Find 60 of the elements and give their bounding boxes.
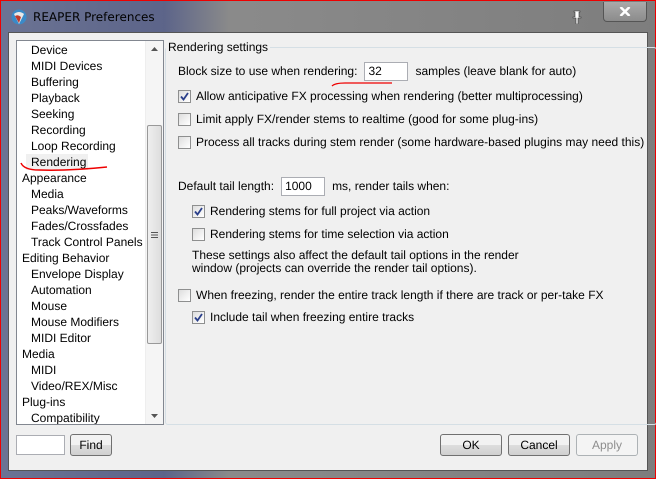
category-item[interactable]: MIDI Devices [26,58,104,74]
field-label: Block size to use when rendering: [178,64,358,78]
category-item[interactable]: MIDI Editor [26,330,94,346]
category-item[interactable]: Appearance [17,170,89,186]
category-item[interactable]: Loop Recording [26,138,118,154]
category-item[interactable]: Media [26,186,66,202]
category-item[interactable]: Seeking [26,106,76,122]
category-item[interactable]: Mouse Modifiers [26,314,122,330]
category-item[interactable]: Playback [26,90,82,106]
scroll-thumb[interactable] [146,125,162,344]
field-suffix: samples (leave blank for auto) [415,64,576,78]
checkbox-label: Rendering stems for full project via action [210,204,430,218]
note-text: These settings also affect the default tail options in the render window (projects can override the render tail options). [192,247,520,277]
find-button[interactable]: Find [70,434,112,456]
category-item[interactable]: Mouse [26,298,70,314]
group-title: Rendering settings [167,40,270,54]
category-item[interactable]: Buffering [26,74,81,90]
category-item[interactable]: Plug-ins [17,394,68,410]
checkbox[interactable] [192,228,205,240]
category-item[interactable]: Fades/Crossfades [26,218,130,234]
category-item[interactable]: Automation [26,282,94,298]
checkbox[interactable] [192,204,205,218]
checkbox[interactable] [178,90,191,102]
scrollbar[interactable] [144,41,163,424]
grip-icon [150,232,158,238]
category-item[interactable]: Rendering [26,154,88,170]
close-icon [619,7,631,16]
category-item[interactable]: Video/REX/Misc [26,378,120,394]
checkbox-label: When freezing, render the entire track length if there are track or per-take FX [196,288,604,302]
dialog-button[interactable]: OK [440,434,502,456]
checkbox[interactable] [178,136,191,148]
category-item[interactable]: Recording [26,122,88,138]
field-label: Default tail length: [178,179,274,193]
window-title: REAPER Preferences [33,10,155,24]
search-field[interactable] [16,434,65,454]
checkbox-label: Include tail when freezing entire tracks [210,310,414,324]
pin-icon[interactable] [571,10,583,24]
category-item[interactable]: Device [26,42,70,58]
checkbox-label: Process all tracks during stem render (some hardware-based plugins may need this) [196,135,644,149]
category-item[interactable]: Track Control Panels [26,234,145,250]
category-item[interactable]: Envelope Display [26,266,126,282]
annotation-stroke [331,81,393,87]
dialog-button[interactable]: Cancel [508,434,570,456]
checkbox[interactable] [178,288,191,302]
app-logo-icon [11,8,27,24]
category-item[interactable]: MIDI [26,362,58,378]
text-field[interactable]: 1000 [281,176,326,196]
category-item[interactable]: Peaks/Waveforms [26,202,130,218]
scroll-up-icon[interactable] [150,47,158,51]
field-suffix: ms, render tails when: [332,179,450,193]
checkbox-label: Allow anticipative FX processing when rendering (better multiprocessing) [196,89,583,103]
checkbox-label: Rendering stems for time selection via action [210,227,449,241]
scroll-down-icon[interactable] [150,414,158,418]
text-field[interactable]: 32 [364,62,408,80]
checkbox-label: Limit apply FX/render stems to realtime (good for some plug-ins) [196,112,538,126]
category-item[interactable]: Media [17,346,57,362]
checkbox[interactable] [178,112,191,126]
close-button[interactable] [603,2,647,22]
checkbox[interactable] [192,310,205,324]
category-item[interactable]: Editing Behavior [17,250,112,266]
